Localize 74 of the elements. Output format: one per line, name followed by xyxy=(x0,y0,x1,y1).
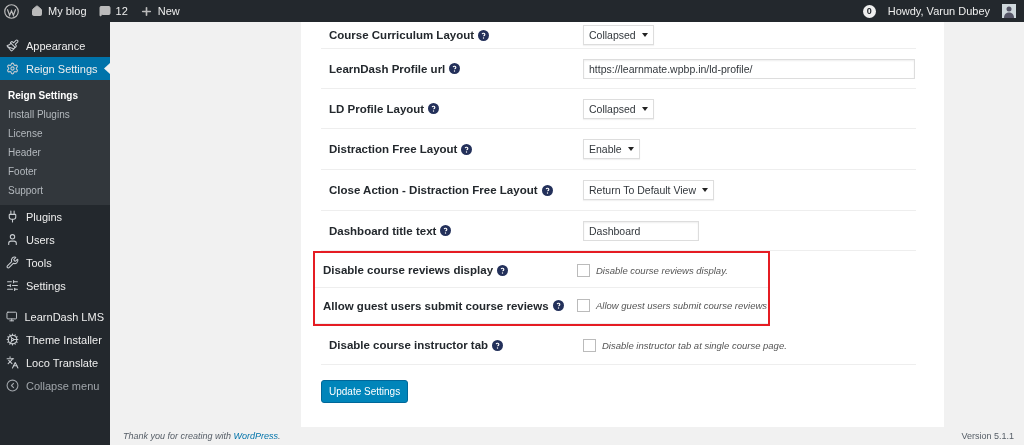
help-icon[interactable] xyxy=(461,143,473,155)
setting-label: Dashboard title text xyxy=(329,224,437,237)
comment-icon xyxy=(98,5,111,17)
checkbox-description: Disable instructor tab at single course page. xyxy=(602,339,787,351)
sidebar-item[interactable]: Theme Installer xyxy=(0,328,110,351)
sidebar-item[interactable]: LearnDash LMS xyxy=(0,305,110,328)
help-icon[interactable] xyxy=(552,300,564,311)
menu-icon xyxy=(6,310,18,323)
sidebar-item[interactable]: Tools xyxy=(0,251,110,274)
sidebar-item[interactable]: Users xyxy=(0,228,110,251)
menu-icon xyxy=(6,333,19,346)
setting-label: LD Profile Layout xyxy=(329,102,425,115)
dropdown[interactable]: Collapsed xyxy=(583,25,654,45)
caret-icon xyxy=(641,106,648,111)
help-icon[interactable] xyxy=(449,63,461,74)
submenu-item[interactable]: Support xyxy=(0,181,110,200)
sidebar-item[interactable]: Settings xyxy=(0,274,110,297)
setting-label: Disable course instructor tab xyxy=(329,339,489,351)
site-link[interactable]: My blog xyxy=(31,5,87,17)
submenu-item[interactable]: License xyxy=(0,124,110,143)
menu-icon xyxy=(6,233,19,246)
plus-icon xyxy=(139,4,153,18)
home-icon xyxy=(31,5,43,17)
menu-icon xyxy=(6,39,19,52)
help-icon[interactable] xyxy=(440,225,452,236)
checkbox[interactable] xyxy=(577,299,590,312)
setting-label: Allow guest users submit course reviews xyxy=(323,299,549,312)
sidebar-item[interactable]: Appearance xyxy=(0,34,110,57)
caret-icon xyxy=(702,188,708,192)
help-icon[interactable] xyxy=(492,339,504,351)
caret-icon xyxy=(641,33,648,37)
checkbox-description: Allow guest users submit course reviews xyxy=(596,300,768,311)
setting-label: Close Action - Distraction Free Layout xyxy=(329,184,538,196)
help-icon[interactable] xyxy=(428,103,440,114)
menu-icon xyxy=(6,279,19,292)
sidebar-item[interactable]: Collapse menu xyxy=(0,374,110,397)
setting-label: Course Curriculum Layout xyxy=(329,29,475,41)
checkbox[interactable] xyxy=(577,263,590,277)
help-icon[interactable] xyxy=(541,184,553,196)
footer-text: Thank you for creating with WordPress. xyxy=(123,431,281,443)
submenu-item[interactable]: Reign Settings xyxy=(0,86,110,105)
new-link[interactable]: New xyxy=(139,4,180,18)
setting-label: Disable course reviews display xyxy=(323,264,494,276)
dropdown[interactable]: Collapsed xyxy=(583,98,654,119)
sidebar-item[interactable]: Reign Settings xyxy=(0,57,110,80)
setting-label: LearnDash Profile url xyxy=(329,62,446,75)
update-settings-button[interactable]: Update Settings xyxy=(321,380,409,403)
checkbox-description: Disable course reviews display. xyxy=(596,264,728,276)
avatar-icon[interactable] xyxy=(1002,4,1016,18)
submenu-item[interactable]: Footer xyxy=(0,162,110,181)
menu-pointer xyxy=(104,63,110,74)
menu-icon xyxy=(6,62,19,75)
menu-icon xyxy=(6,210,19,223)
dropdown[interactable]: Enable xyxy=(583,139,640,159)
setting-label: Distraction Free Layout xyxy=(329,143,458,155)
checkbox[interactable] xyxy=(583,338,596,352)
help-icon[interactable] xyxy=(478,29,490,41)
logo-icon[interactable] xyxy=(4,3,19,19)
submenu-item[interactable]: Header xyxy=(0,143,110,162)
submenu-item[interactable]: Install Plugins xyxy=(0,105,110,124)
menu-icon xyxy=(6,356,19,369)
input-field[interactable]: Dashboard xyxy=(583,220,699,241)
comments-link[interactable]: 12 xyxy=(98,5,128,17)
caret-icon xyxy=(627,147,634,151)
menu-icon xyxy=(6,256,19,269)
account-link[interactable]: Howdy, Varun Dubey xyxy=(887,5,990,17)
dropdown[interactable]: Return To Default View xyxy=(583,180,714,200)
version-text: Version 5.1.1 xyxy=(961,431,1014,443)
menu-icon xyxy=(6,379,19,392)
input-field[interactable]: https://learnmate.wpbp.in/ld-profile/ xyxy=(583,58,915,79)
sidebar-item[interactable]: Loco Translate xyxy=(0,351,110,374)
notification-count[interactable]: 0 xyxy=(862,4,876,18)
sidebar-item[interactable]: Plugins xyxy=(0,205,110,228)
help-icon[interactable] xyxy=(497,264,509,276)
